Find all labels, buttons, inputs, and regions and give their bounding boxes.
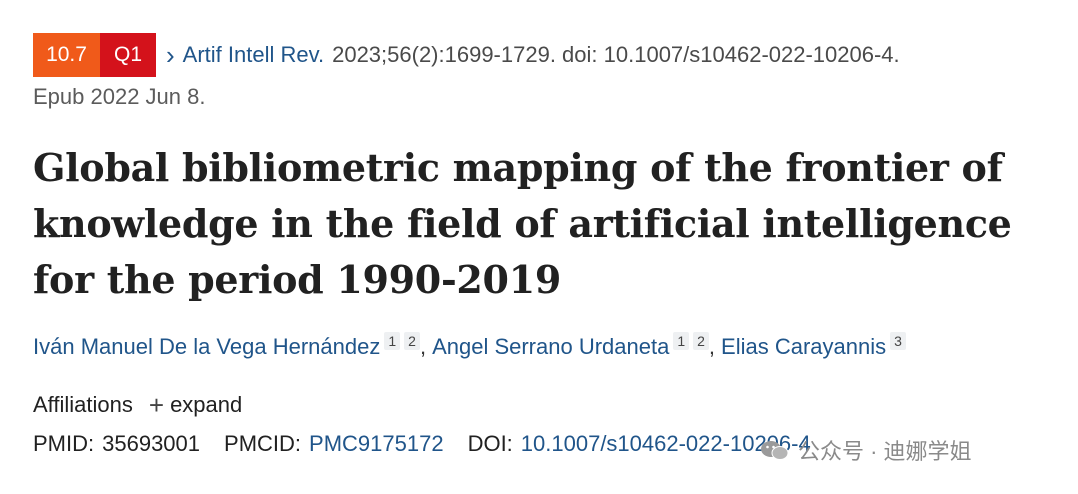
author-link[interactable]: Elias Carayannis xyxy=(721,334,886,360)
author-link[interactable]: Angel Serrano Urdaneta xyxy=(432,334,669,360)
author-list: Iván Manuel De la Vega Hernández 1 2 , A… xyxy=(33,332,906,360)
quartile-badge: Q1 xyxy=(100,33,156,77)
chevron-right-icon[interactable]: › xyxy=(166,33,175,77)
pmcid-link[interactable]: PMC9175172 xyxy=(309,431,444,457)
pmid-label: PMID: xyxy=(33,431,95,456)
author-separator: , xyxy=(708,334,716,359)
affiliation-number[interactable]: 2 xyxy=(693,332,709,350)
affiliation-number[interactable]: 3 xyxy=(890,332,906,350)
pmid-value: 35693001 xyxy=(102,431,201,456)
author-separator: , xyxy=(419,334,427,359)
watermark-text: 公众号 · 迪娜学姐 xyxy=(798,439,972,464)
affiliation-number[interactable]: 2 xyxy=(404,332,420,350)
expand-button[interactable]: expand xyxy=(170,392,242,418)
pmcid-label: PMCID: xyxy=(224,431,302,456)
impact-factor-badge: 10.7 xyxy=(33,33,100,77)
author-link[interactable]: Iván Manuel De la Vega Hernández xyxy=(33,334,380,360)
affiliations-row: Affiliations + expand xyxy=(33,392,242,418)
journal-metric-badge: 10.7 Q1 xyxy=(33,33,156,77)
citation-details: 2023;56(2):1699-1729. doi: 10.1007/s1046… xyxy=(332,42,900,67)
affiliations-label: Affiliations xyxy=(33,392,133,417)
affiliation-number[interactable]: 1 xyxy=(384,332,401,350)
identifiers-row: PMID: 35693001 PMCID: PMC9175172 DOI: 10… xyxy=(33,431,835,457)
doi-label: DOI: xyxy=(467,431,513,456)
plus-icon[interactable]: + xyxy=(149,392,164,418)
watermark: 公众号 · 迪娜学姐 xyxy=(760,434,972,466)
wechat-icon xyxy=(761,441,789,460)
citation-row: 10.7 Q1 › Artif Intell Rev. 2023;56(2):1… xyxy=(33,33,900,77)
epub-date: Epub 2022 Jun 8. xyxy=(33,84,206,109)
article-title: Global bibliometric mapping of the front… xyxy=(33,145,1012,302)
affiliation-number[interactable]: 1 xyxy=(673,332,690,350)
journal-link[interactable]: Artif Intell Rev. xyxy=(183,42,324,68)
